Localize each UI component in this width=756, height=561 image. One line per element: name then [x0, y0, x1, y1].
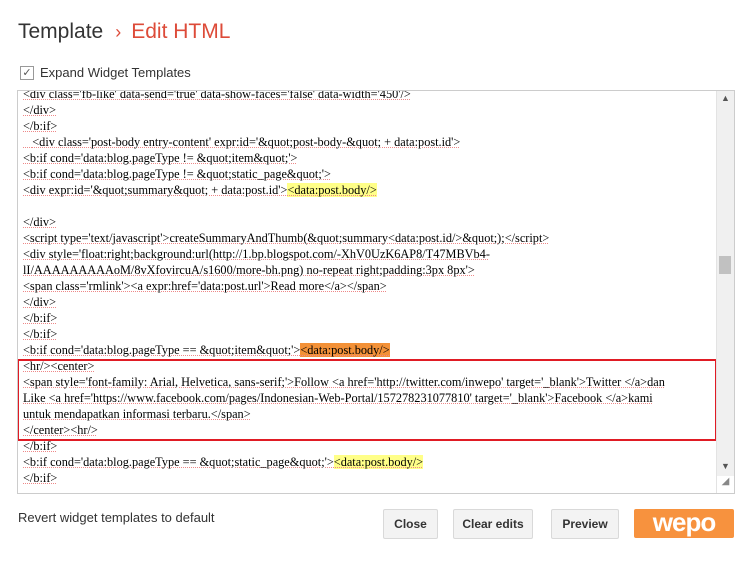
code-line-text: </b:if>: [23, 311, 58, 325]
code-line: <b:if cond='data:blog.pageType != &quot;…: [23, 166, 714, 182]
code-line: <script type='text/javascript'>createSum…: [23, 230, 714, 246]
breadcrumb: Template › Edit HTML: [18, 20, 230, 44]
code-line-text: <div style='float:right;background:url(h…: [23, 247, 490, 261]
code-line-text: </div>: [23, 103, 56, 117]
code-line: </div>: [23, 102, 714, 118]
code-line: lI/AAAAAAAAAoM/8vXfovircuA/s1600/more-bh…: [23, 262, 714, 278]
code-line-text: <div class='fb-like' data-send='true' da…: [23, 90, 411, 101]
code-line: </b:if>: [23, 326, 714, 342]
expand-widget-templates-checkbox[interactable]: ✓ Expand Widget Templates: [20, 65, 191, 80]
highlighted-tag: <data:post.body/>: [333, 455, 424, 469]
code-line-text: </b:if>: [23, 119, 58, 133]
code-line-text: <div expr:id='&quot;summary&quot; + data…: [23, 183, 288, 197]
code-line-text: lI/AAAAAAAAAoM/8vXfovircuA/s1600/more-bh…: [23, 263, 475, 277]
code-line-text: <b:if cond='data:blog.pageType != &quot;…: [23, 151, 298, 165]
code-line-text: <div class='post-body entry-content' exp…: [23, 135, 461, 149]
scroll-down-icon[interactable]: ▼: [721, 461, 730, 471]
clear-edits-button[interactable]: Clear edits: [453, 509, 533, 539]
code-line-text: <b:if cond='data:blog.pageType != &quot;…: [23, 167, 331, 181]
highlighted-tag: <data:post.body/>: [300, 343, 390, 357]
code-line: <b:if cond='data:blog.pageType != &quot;…: [23, 150, 714, 166]
resize-grip-icon[interactable]: ◢: [717, 476, 734, 493]
code-line-text: <span class='rmlink'><a expr:href='data:…: [23, 279, 387, 293]
code-line: </b:if>: [23, 470, 714, 486]
code-line-text: </b:if>: [23, 471, 58, 485]
highlighted-tag: <data:post.body/>: [287, 183, 377, 197]
code-line-text: <b:if cond='data:blog.pageType == &quot;…: [23, 343, 301, 357]
breadcrumb-separator: ›: [115, 22, 122, 42]
checkmark-icon: ✓: [20, 65, 34, 80]
code-line-text: <script type='text/javascript'>createSum…: [23, 231, 550, 245]
code-line: <b:if cond='data:blog.pageType == &quot;…: [23, 454, 714, 470]
code-line: </b:if>: [23, 118, 714, 134]
code-line-text: </b:if>: [23, 327, 58, 341]
code-line-text: </div>: [23, 295, 56, 309]
code-line: <div expr:id='&quot;summary&quot; + data…: [23, 182, 714, 198]
scroll-up-icon[interactable]: ▲: [721, 93, 730, 103]
close-button[interactable]: Close: [383, 509, 438, 539]
code-line: <div class='fb-like' data-send='true' da…: [23, 90, 714, 102]
code-line: </b:if>: [23, 310, 714, 326]
scrollbar-thumb[interactable]: [719, 256, 731, 274]
code-line: </div>: [23, 294, 714, 310]
code-line-text: </div>: [23, 215, 56, 229]
code-line-text: <b:if cond='data:blog.pageType == &quot;…: [23, 455, 334, 469]
code-line: <span class='rmlink'><a expr:href='data:…: [23, 278, 714, 294]
revert-widget-templates-link[interactable]: Revert widget templates to default: [18, 510, 215, 525]
page-title: Edit HTML: [131, 20, 231, 43]
code-line: <div style='float:right;background:url(h…: [23, 246, 714, 262]
code-line-text: </b:if>: [23, 439, 58, 453]
highlight-box: [18, 359, 717, 441]
code-line: <div class='post-body entry-content' exp…: [23, 134, 714, 150]
code-line: <b:if cond='data:blog.pageType == &quot;…: [23, 342, 714, 358]
breadcrumb-template[interactable]: Template: [18, 20, 103, 43]
preview-button[interactable]: Preview: [551, 509, 619, 539]
expand-widget-label: Expand Widget Templates: [40, 65, 191, 80]
inwepo-watermark-logo: wepo: [634, 509, 734, 538]
scrollbar[interactable]: ▲ ▼ ◢: [716, 91, 734, 493]
code-editor[interactable]: <div class='fb-like' data-send='true' da…: [17, 90, 735, 494]
code-line: </div>: [23, 214, 714, 230]
